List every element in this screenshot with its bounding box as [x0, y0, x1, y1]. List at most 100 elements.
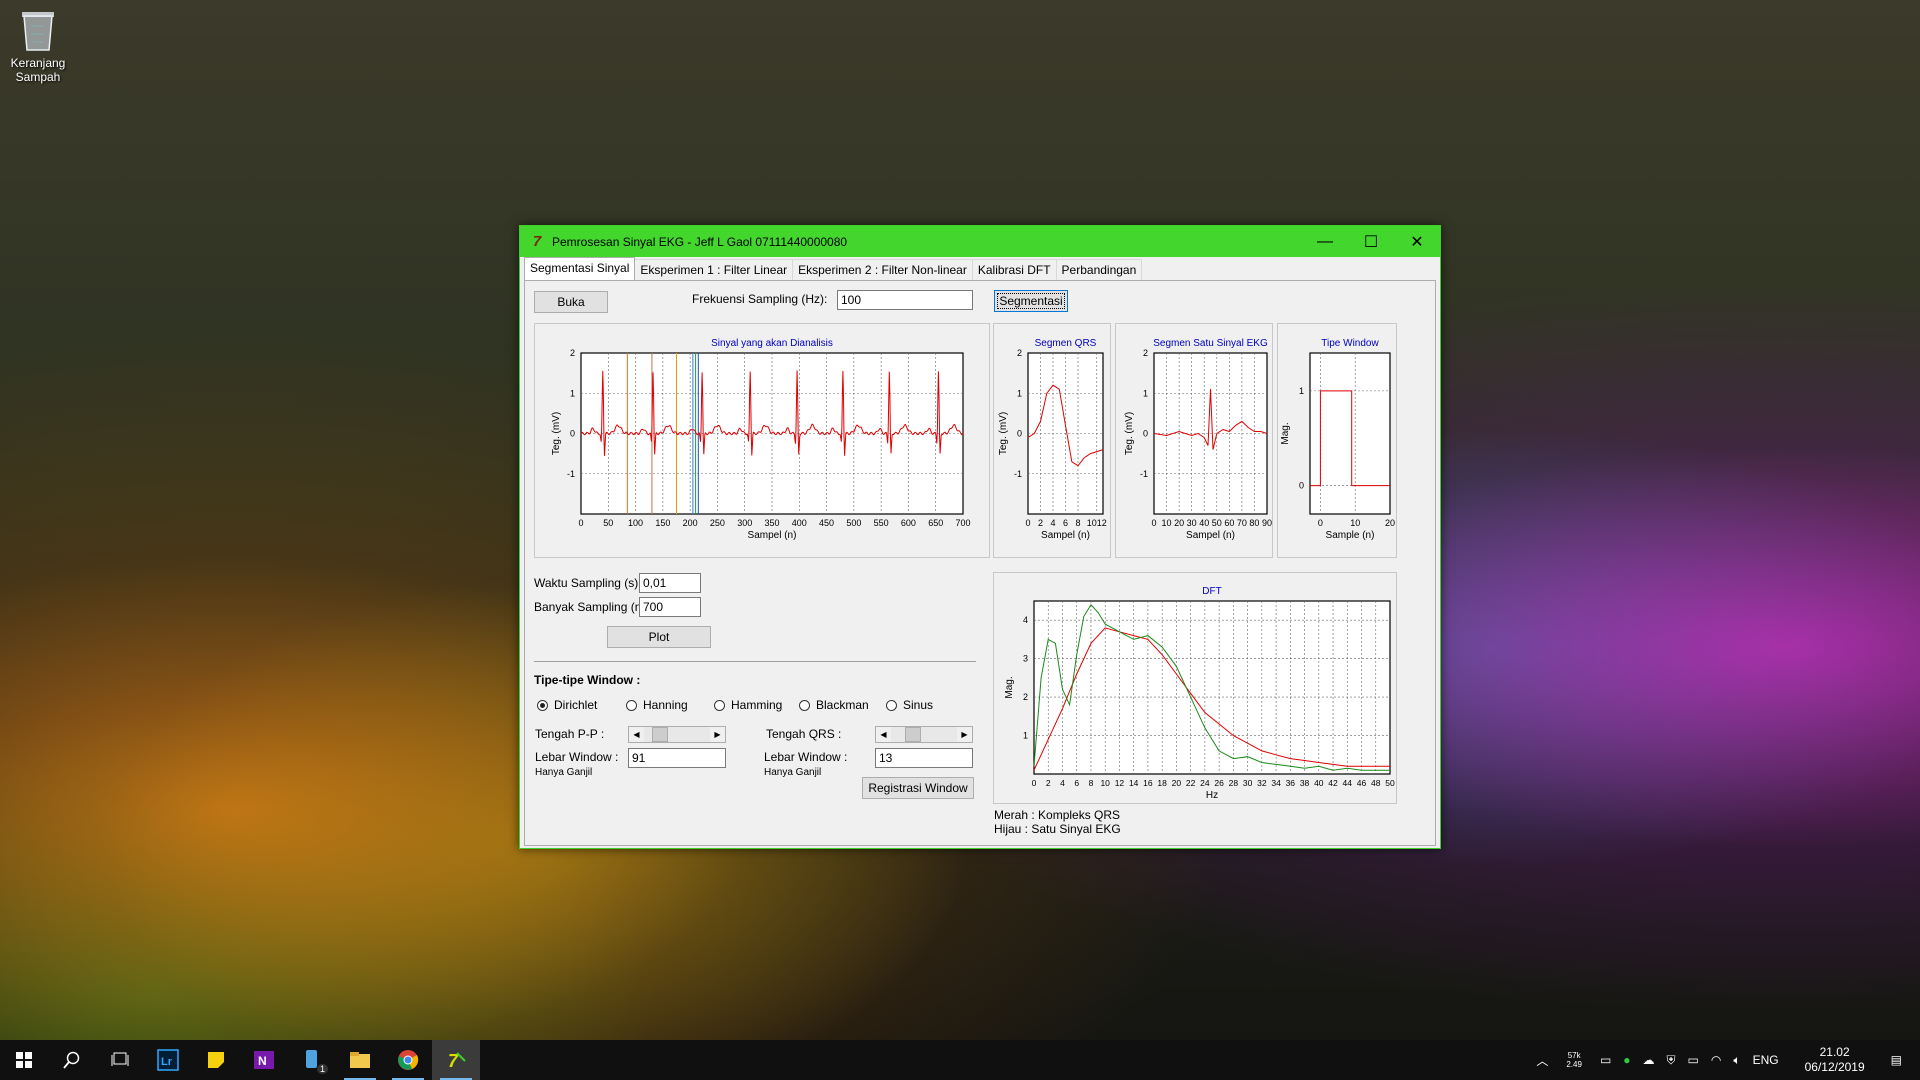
onedrive-icon[interactable]: ☁	[1643, 1053, 1655, 1067]
window-title: Pemrosesan Sinyal EKG - Jeff L Gaol 0711…	[552, 234, 848, 249]
y-tick-label: 1	[1023, 731, 1028, 741]
segment-button[interactable]: Segmentasi	[994, 290, 1068, 312]
radio-sinus[interactable]: Sinus	[886, 698, 933, 712]
volume-icon[interactable]: 🔈︎	[1733, 1053, 1740, 1068]
y-axis-label: Teg. (mV)	[998, 412, 1009, 455]
app-icon[interactable]: 7	[432, 1040, 480, 1080]
window-types-heading: Tipe-tipe Window :	[534, 673, 641, 687]
sampling-time-input[interactable]	[639, 573, 701, 593]
search-icon[interactable]	[48, 1040, 96, 1080]
pp-width-input[interactable]	[628, 748, 726, 768]
battery-icon[interactable]: ▭	[1688, 1053, 1699, 1067]
scroll-right-icon[interactable]: ▶	[957, 727, 972, 742]
scroll-right-icon[interactable]: ▶	[710, 727, 725, 742]
sample-count-input[interactable]	[639, 597, 701, 617]
tab-kalibrasi-dft[interactable]: Kalibrasi DFT	[971, 259, 1057, 281]
main-signal-chart: Sinyal yang akan Dianalisis 0 50 100 150 200 2…	[534, 323, 990, 558]
x-tick-label: 0	[1151, 518, 1156, 528]
x-tick-label: 8	[1089, 778, 1094, 788]
freq-input[interactable]	[837, 290, 973, 310]
x-tick-label: 42	[1328, 778, 1338, 788]
slider-thumb[interactable]	[651, 727, 668, 742]
title-bar[interactable]: 7 Pemrosesan Sinyal EKG - Jeff L Gaol 07…	[520, 226, 1440, 257]
open-button[interactable]: Buka	[534, 291, 608, 313]
radio-dirichlet[interactable]: Dirichlet	[537, 698, 597, 712]
x-tick-label: 200	[683, 518, 698, 528]
x-tick-label: 44	[1343, 778, 1353, 788]
x-tick-label: 0	[1025, 518, 1030, 528]
recycle-bin-shortcut[interactable]: Keranjang Sampah	[4, 8, 72, 84]
tab-perbandingan[interactable]: Perbandingan	[1055, 259, 1143, 281]
dft-chart: DFT 0 2 4 6 8 10 12 14 16 18 20 22 24 26 28 30 32 34 36 38 40…	[993, 572, 1397, 804]
radio-blackman[interactable]: Blackman	[799, 698, 869, 712]
scroll-left-icon[interactable]: ◀	[629, 727, 644, 742]
start-icon[interactable]	[0, 1040, 48, 1080]
phone-icon[interactable]: 1	[288, 1040, 336, 1080]
onenote-icon[interactable]: N	[240, 1040, 288, 1080]
slider-thumb[interactable]	[905, 727, 922, 742]
qrs-width-input[interactable]	[875, 748, 973, 768]
recycle-bin-label: Keranjang Sampah	[10, 56, 66, 84]
x-tick-label: 650	[928, 518, 943, 528]
x-tick-label: 50	[1212, 518, 1222, 528]
chevron-up-icon[interactable]: ︿	[1536, 1052, 1548, 1069]
x-tick-label: 40	[1199, 518, 1209, 528]
chart-title: Tipe Window	[1321, 338, 1379, 349]
y-tick-label: 0	[1143, 429, 1148, 439]
close-button[interactable]: ✕	[1394, 226, 1440, 257]
defender-icon[interactable]: ⛨	[1667, 1053, 1676, 1068]
pp-center-slider[interactable]: ◀ ▶	[628, 726, 726, 743]
x-tick-label: 36	[1286, 778, 1296, 788]
plot-button[interactable]: Plot	[607, 626, 711, 648]
x-tick-label: 38	[1300, 778, 1310, 788]
phone-badge: 1	[316, 1064, 328, 1074]
chart-title: Segmen Satu Sinyal EKG	[1153, 338, 1268, 349]
slider-track[interactable]	[644, 727, 710, 742]
sticky-notes-icon[interactable]	[192, 1040, 240, 1080]
task-view-icon[interactable]	[96, 1040, 144, 1080]
language-indicator[interactable]: ENG	[1753, 1053, 1779, 1067]
qrs-segment-svg: Segmen QRS0 2 4 6 8 1012210-1Sampel (n)Teg. (…	[998, 338, 1107, 541]
x-tick-label: 20	[1174, 518, 1184, 528]
x-tick-label: 6	[1063, 518, 1068, 528]
x-tick-label: 20	[1172, 778, 1182, 788]
minimize-button[interactable]: —	[1302, 226, 1348, 257]
app-logo-icon: 7	[532, 232, 542, 250]
x-tick-label: 90	[1262, 518, 1272, 528]
maximize-button[interactable]: ☐	[1348, 226, 1394, 257]
x-tick-label: 350	[764, 518, 779, 528]
chrome-icon[interactable]	[384, 1040, 432, 1080]
app-window: 7 Pemrosesan Sinyal EKG - Jeff L Gaol 07…	[519, 225, 1441, 849]
pp-odd-note: Hanya Ganjil	[535, 767, 593, 778]
radio-hamming[interactable]: Hamming	[714, 698, 782, 712]
green-app-tray-icon[interactable]: ●	[1623, 1053, 1630, 1067]
register-window-button[interactable]: Registrasi Window	[862, 777, 974, 799]
scroll-left-icon[interactable]: ◀	[876, 727, 891, 742]
x-tick-label: 70	[1237, 518, 1247, 528]
x-tick-label: 28	[1229, 778, 1239, 788]
qrs-center-slider[interactable]: ◀ ▶	[875, 726, 973, 743]
system-tray: ︿ 57k 2.49 ▭ ● ☁ ⛨ ▭ ◠ 🔈︎ ENG 21.02 06/12/…	[1530, 1040, 1920, 1080]
taskbar: Lr N 1 7 ︿ 57k 2.49 ▭ ● ☁ ⛨ ▭ ◠ 🔈︎ ENG 21…	[0, 1040, 1920, 1080]
slider-track[interactable]	[891, 727, 957, 742]
tab-eksperimen-1[interactable]: Eksperimen 1 : Filter Linear	[634, 259, 794, 281]
tab-segmentasi-sinyal[interactable]: Segmentasi Sinyal	[524, 257, 636, 281]
display-icon[interactable]: ▭	[1600, 1053, 1611, 1067]
lightroom-icon[interactable]: Lr	[144, 1040, 192, 1080]
x-tick-label: 22	[1186, 778, 1196, 788]
x-tick-label: 550	[874, 518, 889, 528]
radio-dot	[714, 699, 725, 711]
clock[interactable]: 21.02 06/12/2019	[1799, 1045, 1871, 1075]
notifications-icon[interactable]: ▤	[1891, 1053, 1902, 1067]
y-tick-label: 3	[1023, 654, 1028, 664]
x-tick-label: 14	[1129, 778, 1139, 788]
file-explorer-icon[interactable]	[336, 1040, 384, 1080]
x-tick-label: 500	[846, 518, 861, 528]
x-tick-label: 600	[901, 518, 916, 528]
x-tick-label: 10	[1350, 518, 1360, 528]
wifi-icon[interactable]: ◠	[1711, 1053, 1721, 1067]
y-axis-label: Teg. (mV)	[551, 412, 562, 455]
x-tick-label: 80	[1249, 518, 1259, 528]
radio-hanning[interactable]: Hanning	[626, 698, 688, 712]
tab-eksperimen-2[interactable]: Eksperimen 2 : Filter Non-linear	[792, 259, 973, 281]
